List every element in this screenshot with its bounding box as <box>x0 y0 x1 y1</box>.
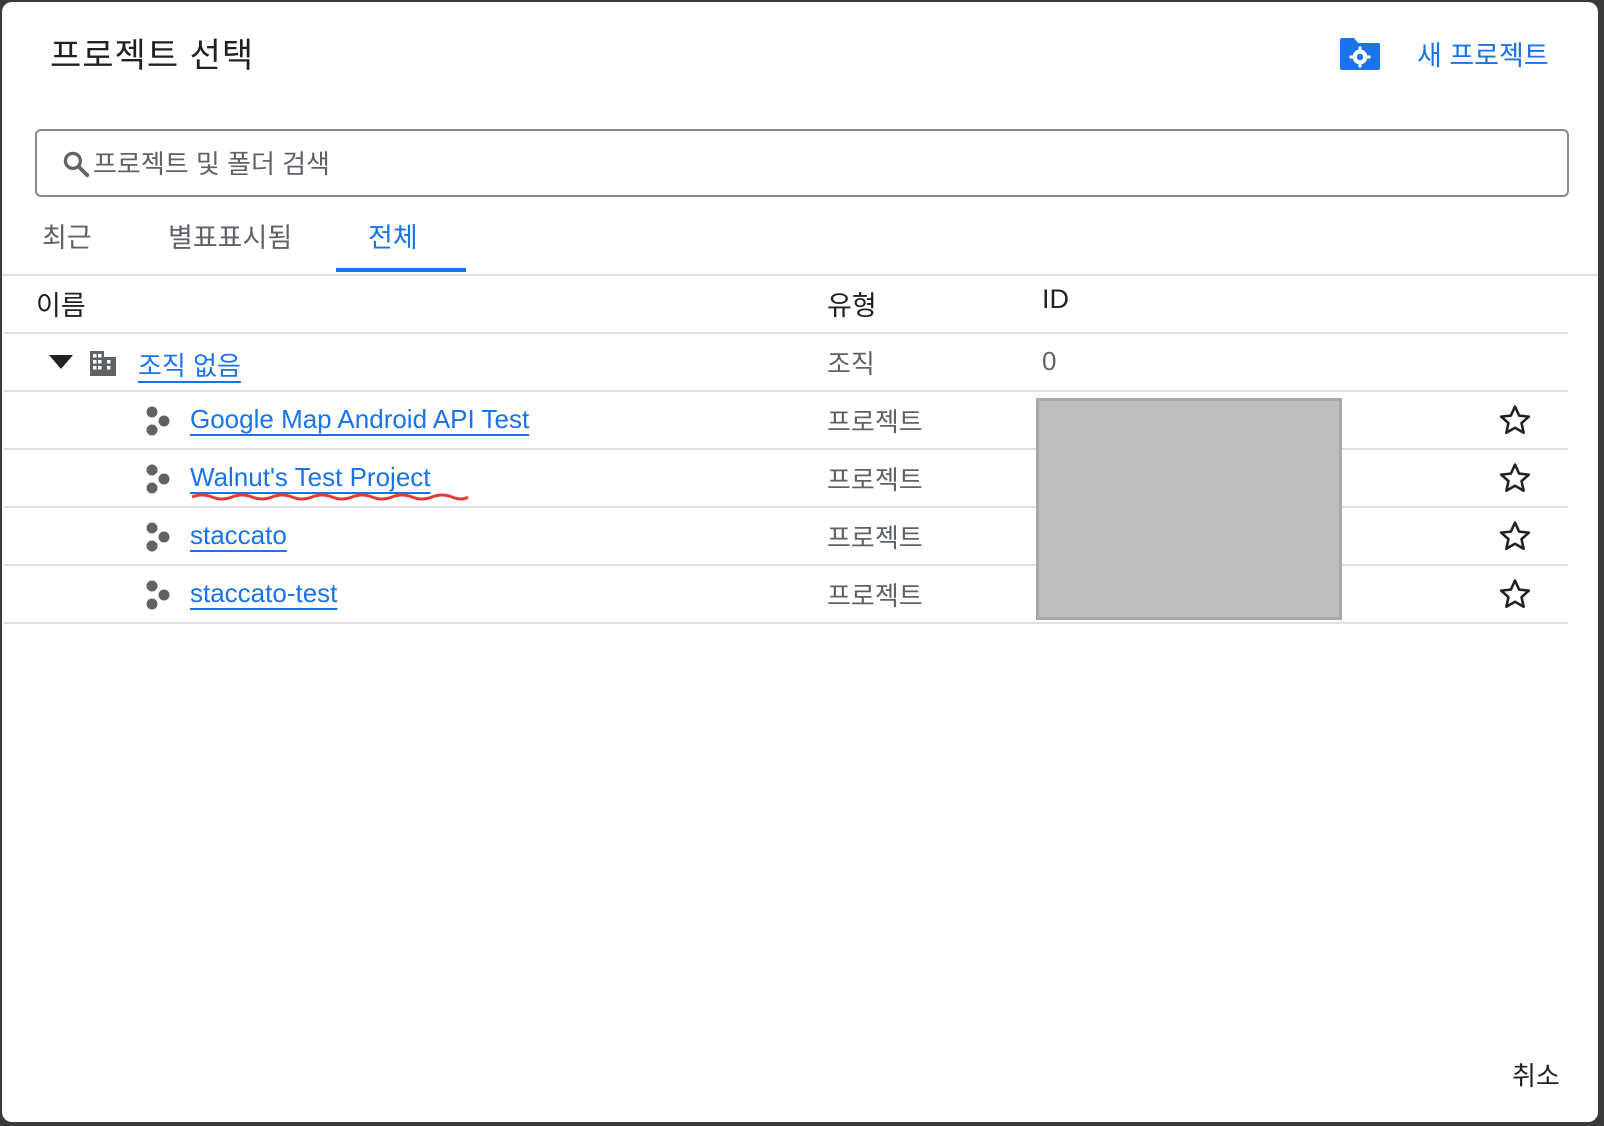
tab-bar: 최근 별표표시됨 전체 <box>2 202 1598 276</box>
redacted-project-ids <box>1036 398 1342 620</box>
project-type: 프로젝트 <box>827 581 923 611</box>
star-icon[interactable] <box>1498 577 1532 611</box>
dialog-title: 프로젝트 선택 <box>50 37 255 75</box>
search-box <box>35 129 1569 197</box>
tab-recent[interactable]: 최근 <box>42 216 92 255</box>
org-name-link[interactable]: 조직 없음 <box>138 346 241 383</box>
search-icon <box>63 151 90 178</box>
red-annotation-underline <box>191 493 469 501</box>
org-row: 조직 없음 조직 0 <box>4 334 1568 392</box>
table-header-row: 이름 유형 ID <box>4 276 1568 334</box>
folder-settings-icon <box>1340 38 1380 70</box>
star-icon[interactable] <box>1498 519 1532 553</box>
project-name-link[interactable]: Google Map Android API Test <box>190 404 529 435</box>
project-type: 프로젝트 <box>827 407 923 437</box>
column-header-type: 유형 <box>827 291 877 321</box>
project-hexagon-icon <box>146 522 170 552</box>
project-type: 프로젝트 <box>827 465 923 495</box>
org-type: 조직 <box>827 349 875 379</box>
project-name-link[interactable]: staccato <box>190 520 287 551</box>
tab-starred[interactable]: 별표표시됨 <box>168 216 292 255</box>
project-hexagon-icon <box>146 406 170 436</box>
tab-all[interactable]: 전체 <box>368 216 418 255</box>
project-name-link[interactable]: staccato-test <box>190 578 337 609</box>
org-id: 0 <box>1042 346 1057 376</box>
collapse-arrow-icon[interactable] <box>48 354 74 370</box>
star-icon[interactable] <box>1498 461 1532 495</box>
column-header-id: ID <box>1042 284 1069 314</box>
manage-folders-button[interactable] <box>1338 36 1382 72</box>
active-tab-indicator <box>336 268 466 272</box>
project-hexagon-icon <box>146 464 170 494</box>
new-project-button[interactable]: 새 프로젝트 <box>1417 34 1549 73</box>
search-input[interactable] <box>91 139 1495 189</box>
project-type: 프로젝트 <box>827 523 923 553</box>
project-select-dialog: 프로젝트 선택 새 프로젝트 최근 별표표시됨 전체 이름 <box>2 2 1598 1122</box>
star-icon[interactable] <box>1498 403 1532 437</box>
cancel-button[interactable]: 취소 <box>1512 1056 1560 1093</box>
project-hexagon-icon <box>146 580 170 610</box>
organization-building-icon <box>90 351 116 376</box>
project-name-link[interactable]: Walnut's Test Project <box>190 462 431 493</box>
column-header-name: 이름 <box>36 291 86 321</box>
